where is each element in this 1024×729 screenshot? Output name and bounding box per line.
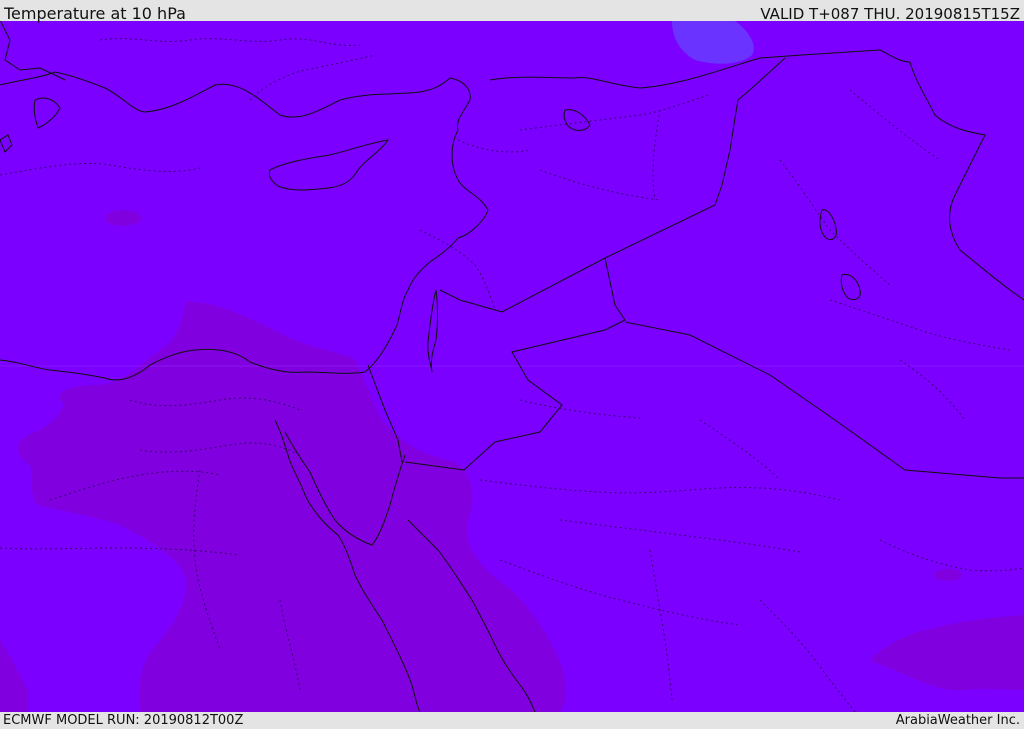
temperature-map — [0, 21, 1024, 712]
valid-time-label: VALID T+087 THU. 20190815T15Z — [760, 5, 1020, 23]
temperature-spot-med — [105, 210, 141, 226]
weather-map-frame: Temperature at 10 hPa VALID T+087 THU. 2… — [0, 0, 1024, 729]
map-area[interactable] — [0, 21, 1024, 712]
map-title: Temperature at 10 hPa — [4, 4, 186, 23]
temperature-spot-arabia — [934, 569, 962, 581]
credit-label: ArabiaWeather Inc. — [895, 713, 1020, 728]
footer-bar: ECMWF MODEL RUN: 20190812T00Z ArabiaWeat… — [0, 712, 1024, 729]
header-bar: Temperature at 10 hPa VALID T+087 THU. 2… — [0, 0, 1024, 23]
model-run-label: ECMWF MODEL RUN: 20190812T00Z — [3, 713, 244, 728]
